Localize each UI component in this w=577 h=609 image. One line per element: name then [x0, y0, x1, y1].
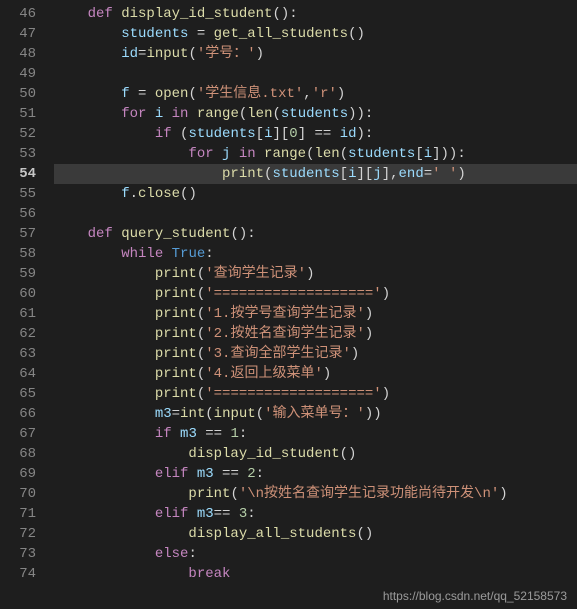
- line-number: 61: [8, 304, 36, 324]
- line-number: 65: [8, 384, 36, 404]
- code-line[interactable]: print('3.查询全部学生记录'): [54, 344, 577, 364]
- code-line[interactable]: elif m3== 3:: [54, 504, 577, 524]
- code-line[interactable]: print('\n按姓名查询学生记录功能尚待开发\n'): [54, 484, 577, 504]
- line-number: 67: [8, 424, 36, 444]
- code-line[interactable]: print('==================='): [54, 284, 577, 304]
- line-number: 57: [8, 224, 36, 244]
- code-line[interactable]: for i in range(len(students)):: [54, 104, 577, 124]
- code-editor[interactable]: 4647484950515253545556575859606162636465…: [0, 0, 577, 609]
- code-line[interactable]: def display_id_student():: [54, 4, 577, 24]
- line-number: 46: [8, 4, 36, 24]
- code-line[interactable]: elif m3 == 2:: [54, 464, 577, 484]
- line-number: 74: [8, 564, 36, 584]
- code-area[interactable]: def display_id_student(): students = get…: [46, 0, 577, 609]
- line-number: 47: [8, 24, 36, 44]
- code-line[interactable]: print('==================='): [54, 384, 577, 404]
- code-line[interactable]: display_id_student(): [54, 444, 577, 464]
- code-line[interactable]: print('1.按学号查询学生记录'): [54, 304, 577, 324]
- code-line[interactable]: [54, 204, 577, 224]
- line-number: 64: [8, 364, 36, 384]
- watermark-text: https://blog.csdn.net/qq_52158573: [383, 589, 567, 603]
- code-line[interactable]: if m3 == 1:: [54, 424, 577, 444]
- line-number: 73: [8, 544, 36, 564]
- line-number: 63: [8, 344, 36, 364]
- line-number: 49: [8, 64, 36, 84]
- line-number: 56: [8, 204, 36, 224]
- code-line[interactable]: display_all_students(): [54, 524, 577, 544]
- line-number: 55: [8, 184, 36, 204]
- line-number: 59: [8, 264, 36, 284]
- line-number: 66: [8, 404, 36, 424]
- line-number: 52: [8, 124, 36, 144]
- code-line[interactable]: print('2.按姓名查询学生记录'): [54, 324, 577, 344]
- code-line[interactable]: id=input('学号：'): [54, 44, 577, 64]
- code-line[interactable]: f.close(): [54, 184, 577, 204]
- line-number: 68: [8, 444, 36, 464]
- code-line[interactable]: m3=int(input('输入菜单号：')): [54, 404, 577, 424]
- line-number: 53: [8, 144, 36, 164]
- line-number: 50: [8, 84, 36, 104]
- line-number: 51: [8, 104, 36, 124]
- line-number: 69: [8, 464, 36, 484]
- line-number: 48: [8, 44, 36, 64]
- line-number: 60: [8, 284, 36, 304]
- code-line[interactable]: f = open('学生信息.txt','r'): [54, 84, 577, 104]
- code-line[interactable]: break: [54, 564, 577, 584]
- line-number: 72: [8, 524, 36, 544]
- line-number: 58: [8, 244, 36, 264]
- line-number: 71: [8, 504, 36, 524]
- code-line[interactable]: def query_student():: [54, 224, 577, 244]
- code-line[interactable]: print(students[i][j],end=' '): [54, 164, 577, 184]
- line-number: 62: [8, 324, 36, 344]
- code-line[interactable]: for j in range(len(students[i])):: [54, 144, 577, 164]
- code-line[interactable]: print('查询学生记录'): [54, 264, 577, 284]
- line-number: 54: [8, 164, 36, 184]
- code-line[interactable]: while True:: [54, 244, 577, 264]
- code-line[interactable]: else:: [54, 544, 577, 564]
- line-number: 70: [8, 484, 36, 504]
- code-line[interactable]: print('4.返回上级菜单'): [54, 364, 577, 384]
- code-line[interactable]: [54, 64, 577, 84]
- code-line[interactable]: students = get_all_students(): [54, 24, 577, 44]
- code-line[interactable]: if (students[i][0] == id):: [54, 124, 577, 144]
- line-number-gutter: 4647484950515253545556575859606162636465…: [0, 0, 46, 609]
